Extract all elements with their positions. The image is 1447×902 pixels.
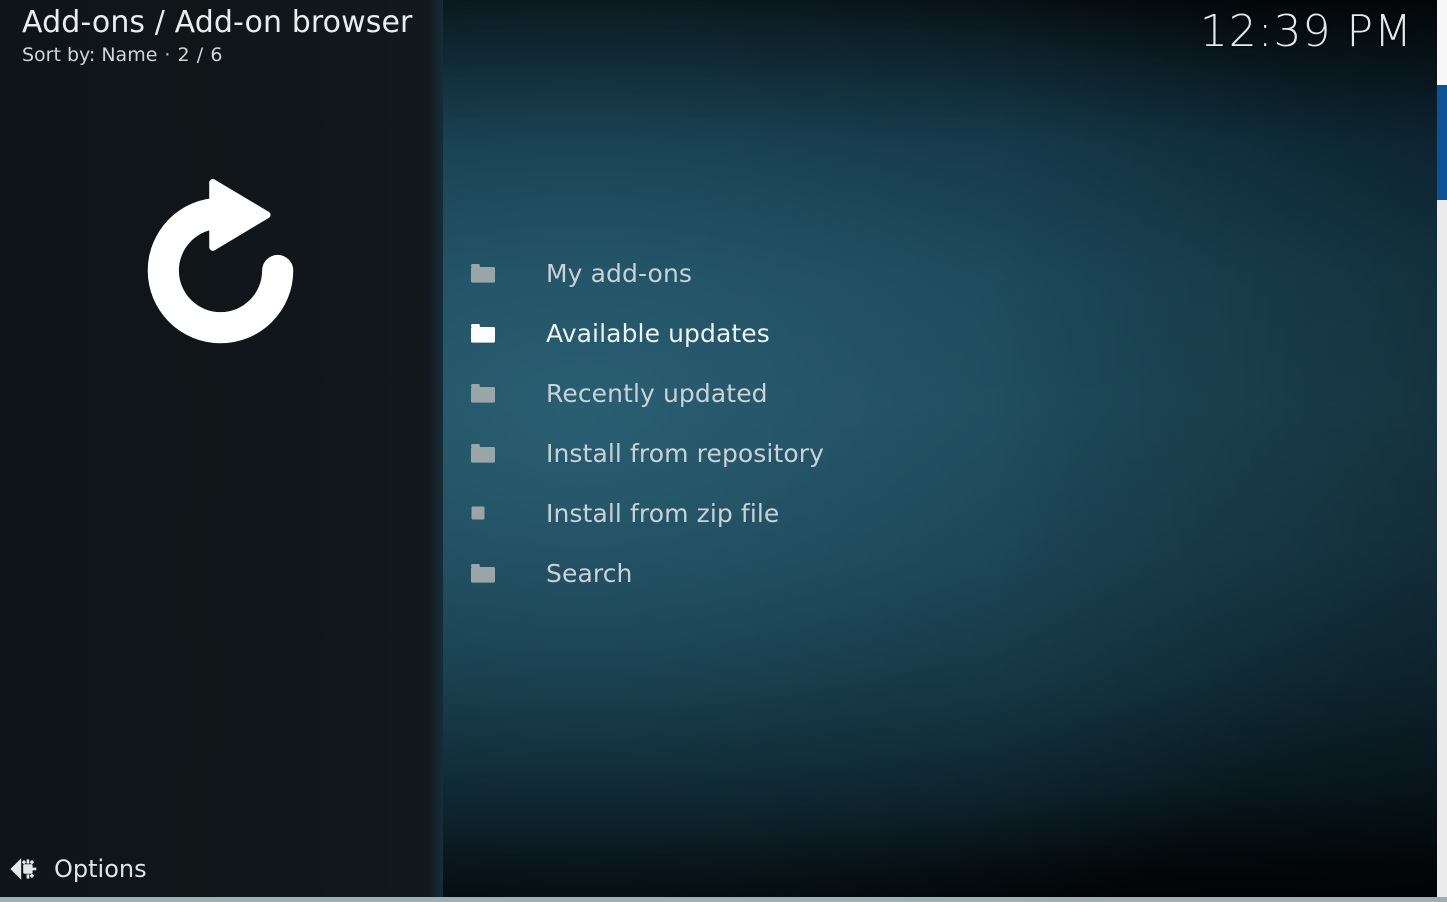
folder-icon xyxy=(468,263,508,283)
refresh-arrow-icon xyxy=(118,168,323,373)
sort-and-position-line: Sort by: Name · 2 / 6 xyxy=(22,44,223,66)
list-item-label: Recently updated xyxy=(546,378,768,408)
chevron-left-gear-icon xyxy=(8,855,38,883)
folder-icon xyxy=(468,563,508,583)
list-item-label: Search xyxy=(546,558,633,588)
kodi-addon-browser-screen: Add-ons / Add-on browser Sort by: Name · 2… xyxy=(0,0,1447,902)
page-title: Add-ons / Add-on browser xyxy=(22,5,413,40)
sort-separator: · xyxy=(164,44,171,66)
left-info-panel: Add-ons / Add-on browser Sort by: Name · 2… xyxy=(0,0,443,897)
list-item-available-updates[interactable]: Available updates xyxy=(468,303,1168,363)
addon-category-list: My add-ons Available updates Recently upda… xyxy=(468,243,1168,603)
list-item-install-from-zip-file[interactable]: Install from zip file xyxy=(468,483,1168,543)
sort-by-label[interactable]: Sort by: Name xyxy=(22,44,157,66)
list-item-label: Install from repository xyxy=(546,438,825,468)
vertical-scrollbar[interactable] xyxy=(1437,0,1447,897)
options-label: Options xyxy=(54,854,147,883)
list-item-my-add-ons[interactable]: My add-ons xyxy=(468,243,1168,303)
folder-icon xyxy=(468,323,508,343)
list-item-label: Available updates xyxy=(546,318,770,348)
list-item-label: My add-ons xyxy=(546,258,693,288)
item-position-count: 2 / 6 xyxy=(177,44,224,66)
file-square-icon xyxy=(468,506,508,520)
list-item-label: Install from zip file xyxy=(546,498,780,528)
folder-icon xyxy=(468,443,508,463)
clock: 12:39 PM xyxy=(1199,6,1413,57)
scrollbar-track[interactable] xyxy=(1437,0,1447,85)
scrollbar-thumb[interactable] xyxy=(1437,85,1447,200)
main-content-panel: 12:39 PM My add-ons Available updates Rece… xyxy=(443,0,1437,897)
list-item-install-from-repository[interactable]: Install from repository xyxy=(468,423,1168,483)
options-bar[interactable]: Options xyxy=(0,840,443,897)
window-bottom-edge xyxy=(0,897,1447,902)
list-item-search[interactable]: Search xyxy=(468,543,1168,603)
folder-icon xyxy=(468,383,508,403)
list-item-recently-updated[interactable]: Recently updated xyxy=(468,363,1168,423)
